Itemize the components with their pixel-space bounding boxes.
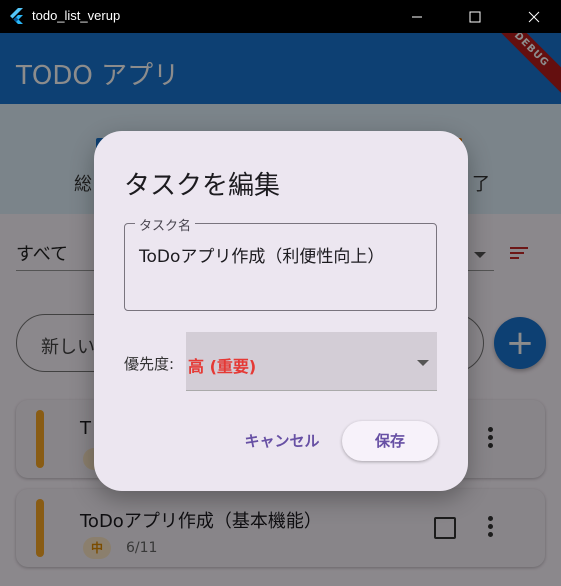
task-name-field[interactable]: タスク名 ToDoアプリ作成（利便性向上） <box>124 215 437 311</box>
dialog-title: タスクを編集 <box>124 171 281 201</box>
flutter-icon <box>10 8 23 24</box>
maximize-button[interactable] <box>452 0 498 33</box>
priority-dropdown[interactable]: 高 (重要) <box>186 332 437 391</box>
maximize-icon <box>469 11 481 22</box>
task-name-value: ToDoアプリ作成（利便性向上） <box>139 247 385 267</box>
edit-task-dialog: タスクを編集 タスク名 ToDoアプリ作成（利便性向上） 優先度: 高 (重要)… <box>94 131 468 491</box>
save-button[interactable]: 保存 <box>342 421 438 461</box>
chevron-down-icon <box>417 360 429 366</box>
close-icon <box>528 11 540 22</box>
window-titlebar: todo_list_verup <box>0 0 561 33</box>
minimize-button[interactable] <box>394 0 440 33</box>
cancel-button[interactable]: キャンセル <box>242 423 322 459</box>
close-button[interactable] <box>511 0 557 33</box>
window-title: todo_list_verup <box>32 8 121 23</box>
priority-value: 高 (重要) <box>188 357 257 376</box>
task-name-label: タスク名 <box>135 215 196 234</box>
priority-label: 優先度: <box>124 355 175 373</box>
modal-scrim-top <box>0 33 561 104</box>
minimize-icon <box>412 16 422 17</box>
